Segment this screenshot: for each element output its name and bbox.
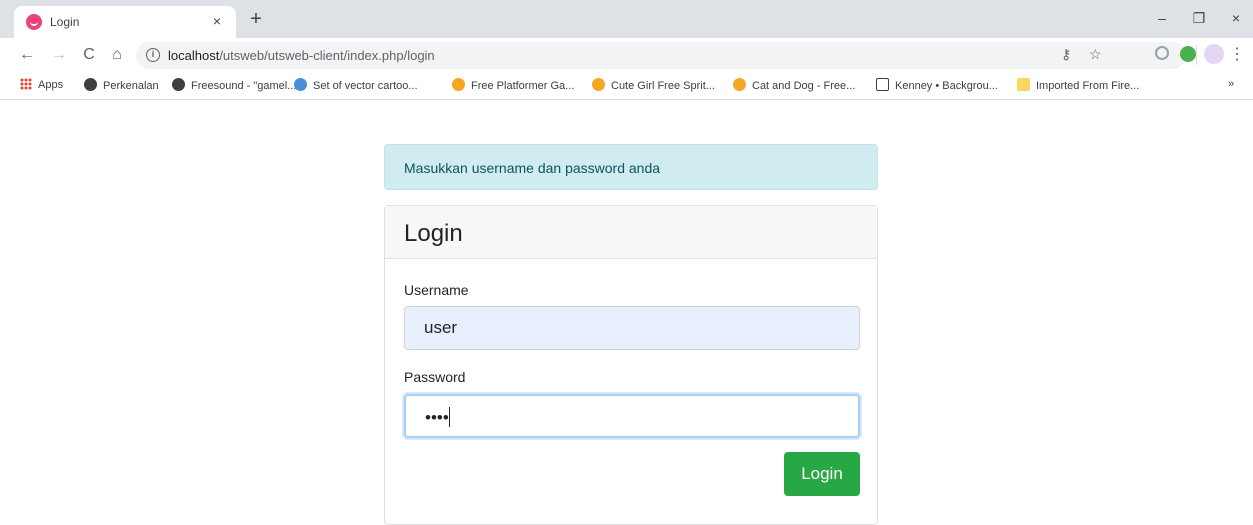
bookmark-label: Kenney • Backgrou... [895, 80, 998, 92]
bookmark-item[interactable]: Perkenalan [84, 78, 159, 94]
bookmark-item[interactable]: Set of vector cartoo... [294, 78, 418, 94]
username-value: user [424, 318, 458, 337]
page-content: Masukkan username dan password anda Logi… [0, 100, 1253, 525]
url-host: localhost [168, 48, 220, 63]
kenney-icon [876, 78, 889, 91]
key-icon[interactable]: ⚷ [1061, 46, 1071, 63]
card-header: Login [385, 206, 877, 259]
bookmark-item[interactable]: Cute Girl Free Sprit... [592, 78, 715, 94]
bookmark-label: Perkenalan [103, 80, 159, 92]
tab-login[interactable]: Login × [14, 6, 236, 38]
forward-button[interactable]: → [48, 44, 70, 66]
gamedev-icon [592, 78, 605, 91]
bookmark-item[interactable]: Free Platformer Ga... [452, 78, 574, 94]
extension-m-icon[interactable] [1155, 46, 1169, 60]
bookmark-item[interactable]: Freesound - "gamel... [172, 78, 296, 94]
waveform-icon [172, 78, 185, 91]
globe-icon [84, 78, 97, 91]
bookmarks-overflow-button[interactable]: » [1228, 78, 1234, 94]
menu-button[interactable]: ⋮ [1226, 44, 1248, 66]
bookmark-item[interactable]: Kenney • Backgrou... [876, 78, 998, 94]
new-tab-button[interactable]: + [243, 7, 269, 33]
bookmark-label: Freesound - "gamel... [191, 80, 297, 92]
tab-title: Login [50, 15, 80, 29]
browser-toolbar: ← → C ⌂ i localhost/utsweb/utsweb-client… [0, 38, 1253, 72]
tab-strip: Login × + – ❐ × [0, 0, 1253, 38]
reload-button[interactable]: C [78, 44, 100, 66]
bookmark-label: Free Platformer Ga... [471, 80, 575, 92]
cartoon-icon [294, 78, 307, 91]
home-button[interactable]: ⌂ [106, 44, 128, 66]
page-title: Login [404, 220, 463, 247]
bookmark-label: Cat and Dog - Free... [752, 80, 856, 92]
username-field[interactable]: user [404, 306, 860, 350]
browser-chrome: Login × + – ❐ × ← → C ⌂ i localhost/utsw… [0, 0, 1253, 100]
back-button[interactable]: ← [16, 44, 38, 66]
close-window-button[interactable]: × [1219, 5, 1253, 31]
minimize-button[interactable]: – [1145, 5, 1179, 31]
apps-grid-icon [20, 78, 32, 90]
star-icon[interactable]: ☆ [1089, 46, 1102, 63]
bookmark-item[interactable]: Apps [20, 78, 63, 94]
restore-button[interactable]: ❐ [1182, 5, 1216, 31]
bookmark-label: Cute Girl Free Sprit... [611, 80, 715, 92]
bookmark-label: Apps [38, 79, 64, 91]
password-label: Password [404, 369, 466, 385]
password-value: •••• [425, 408, 449, 427]
address-bar[interactable]: i localhost/utsweb/utsweb-client/index.p… [136, 42, 1186, 69]
login-card: Login Username user Password •••• Login [384, 205, 878, 525]
bookmark-item[interactable]: Imported From Fire... [1017, 78, 1139, 94]
login-button[interactable]: Login [784, 452, 860, 496]
profile-avatar[interactable] [1204, 44, 1224, 64]
bookmark-item[interactable]: Cat and Dog - Free... [733, 78, 855, 94]
info-icon[interactable]: i [146, 48, 160, 62]
url-text[interactable]: localhost/utsweb/utsweb-client/index.php… [168, 48, 435, 63]
toolbar-divider [1196, 45, 1197, 65]
url-path: /utsweb/utsweb-client/index.php/login [219, 48, 435, 63]
smiley-favicon-icon [26, 14, 42, 30]
gamedev-icon [733, 78, 746, 91]
text-caret [448, 407, 450, 427]
bookmark-label: Imported From Fire... [1036, 80, 1140, 92]
extension-globe-icon[interactable] [1180, 46, 1196, 62]
gamedev-icon [452, 78, 465, 91]
bookmark-label: Set of vector cartoo... [313, 80, 418, 92]
username-label: Username [404, 282, 469, 298]
tab-close-icon[interactable]: × [208, 12, 226, 30]
folder-icon [1017, 78, 1030, 91]
password-field[interactable]: •••• [404, 394, 860, 438]
bookmarks-bar: Apps Perkenalan Freesound - "gamel... Set o… [0, 72, 1253, 100]
info-alert: Masukkan username dan password anda [384, 144, 878, 190]
